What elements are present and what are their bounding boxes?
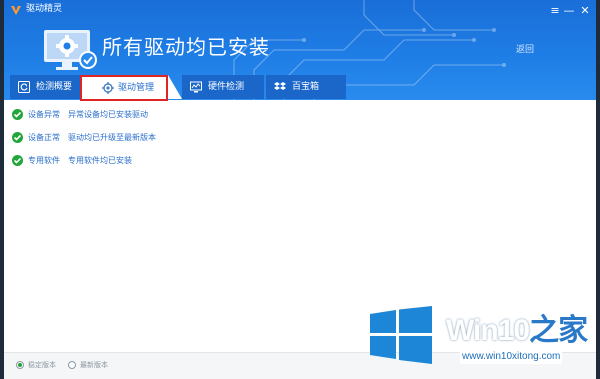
tab-hardware-check[interactable]: 硬件检测 [182, 75, 264, 99]
gear-icon [102, 82, 114, 94]
latest-version-label: 最新版本 [80, 361, 108, 369]
tab-notch [168, 75, 182, 99]
check-icon [12, 109, 23, 120]
check-icon [12, 132, 23, 143]
app-title: 驱动精灵 [26, 4, 63, 14]
monitor-chart-icon [190, 81, 202, 93]
windows-logo-icon [370, 306, 432, 364]
status-category: 设备正常 [28, 133, 60, 142]
monitor-gear-icon [44, 30, 97, 70]
status-description: 专用软件均已安装 [68, 156, 132, 165]
tab-label: 检测概要 [36, 82, 73, 92]
check-icon [12, 155, 23, 166]
hero-title: 所有驱动均已安装 [102, 35, 270, 59]
minimize-button[interactable]: — [562, 4, 576, 18]
watermark-brand-b: 之家 [529, 314, 588, 347]
app-window: 驱动精灵 ≡ — ✕ 所有驱动均已安装 返回 检测概要 驱动管理 硬件检测 百宝… [4, 0, 596, 379]
list-item: 专用软件 专用软件均已安装 [12, 154, 412, 168]
tab-overview[interactable]: 检测概要 [10, 75, 80, 99]
desktop-edge-right [596, 0, 600, 379]
latest-version-radio[interactable] [68, 361, 76, 369]
watermark: Win10之家 www.win10xitong.com [368, 306, 596, 379]
status-category: 专用软件 [28, 156, 60, 165]
tab-label: 百宝箱 [292, 82, 320, 92]
tab-toolbox[interactable]: 百宝箱 [266, 75, 346, 99]
tab-label: 硬件检测 [208, 82, 245, 92]
refresh-icon [18, 81, 30, 93]
status-category: 设备异常 [28, 110, 60, 119]
tab-driver-management[interactable]: 驱动管理 [80, 75, 168, 101]
tab-label: 驱动管理 [118, 83, 155, 93]
list-item: 设备异常 异常设备均已安装驱动 [12, 108, 412, 122]
dropbox-icon [274, 82, 286, 90]
close-button[interactable]: ✕ [578, 4, 592, 18]
menu-icon[interactable]: ≡ [548, 4, 562, 18]
stable-version-radio[interactable] [16, 361, 24, 369]
list-item: 设备正常 驱动均已升级至最新版本 [12, 131, 412, 145]
back-link[interactable]: 返回 [516, 42, 534, 55]
status-description: 驱动均已升级至最新版本 [68, 133, 156, 142]
watermark-brand: Win10之家 [446, 314, 588, 348]
app-logo-icon [11, 6, 21, 15]
tab-bar: 检测概要 驱动管理 硬件检测 百宝箱 [4, 75, 596, 101]
watermark-brand-a: Win10 [446, 314, 530, 347]
watermark-url: www.win10xitong.com [460, 350, 563, 364]
status-description: 异常设备均已安装驱动 [68, 110, 148, 119]
stable-version-label: 稳定版本 [28, 361, 56, 369]
